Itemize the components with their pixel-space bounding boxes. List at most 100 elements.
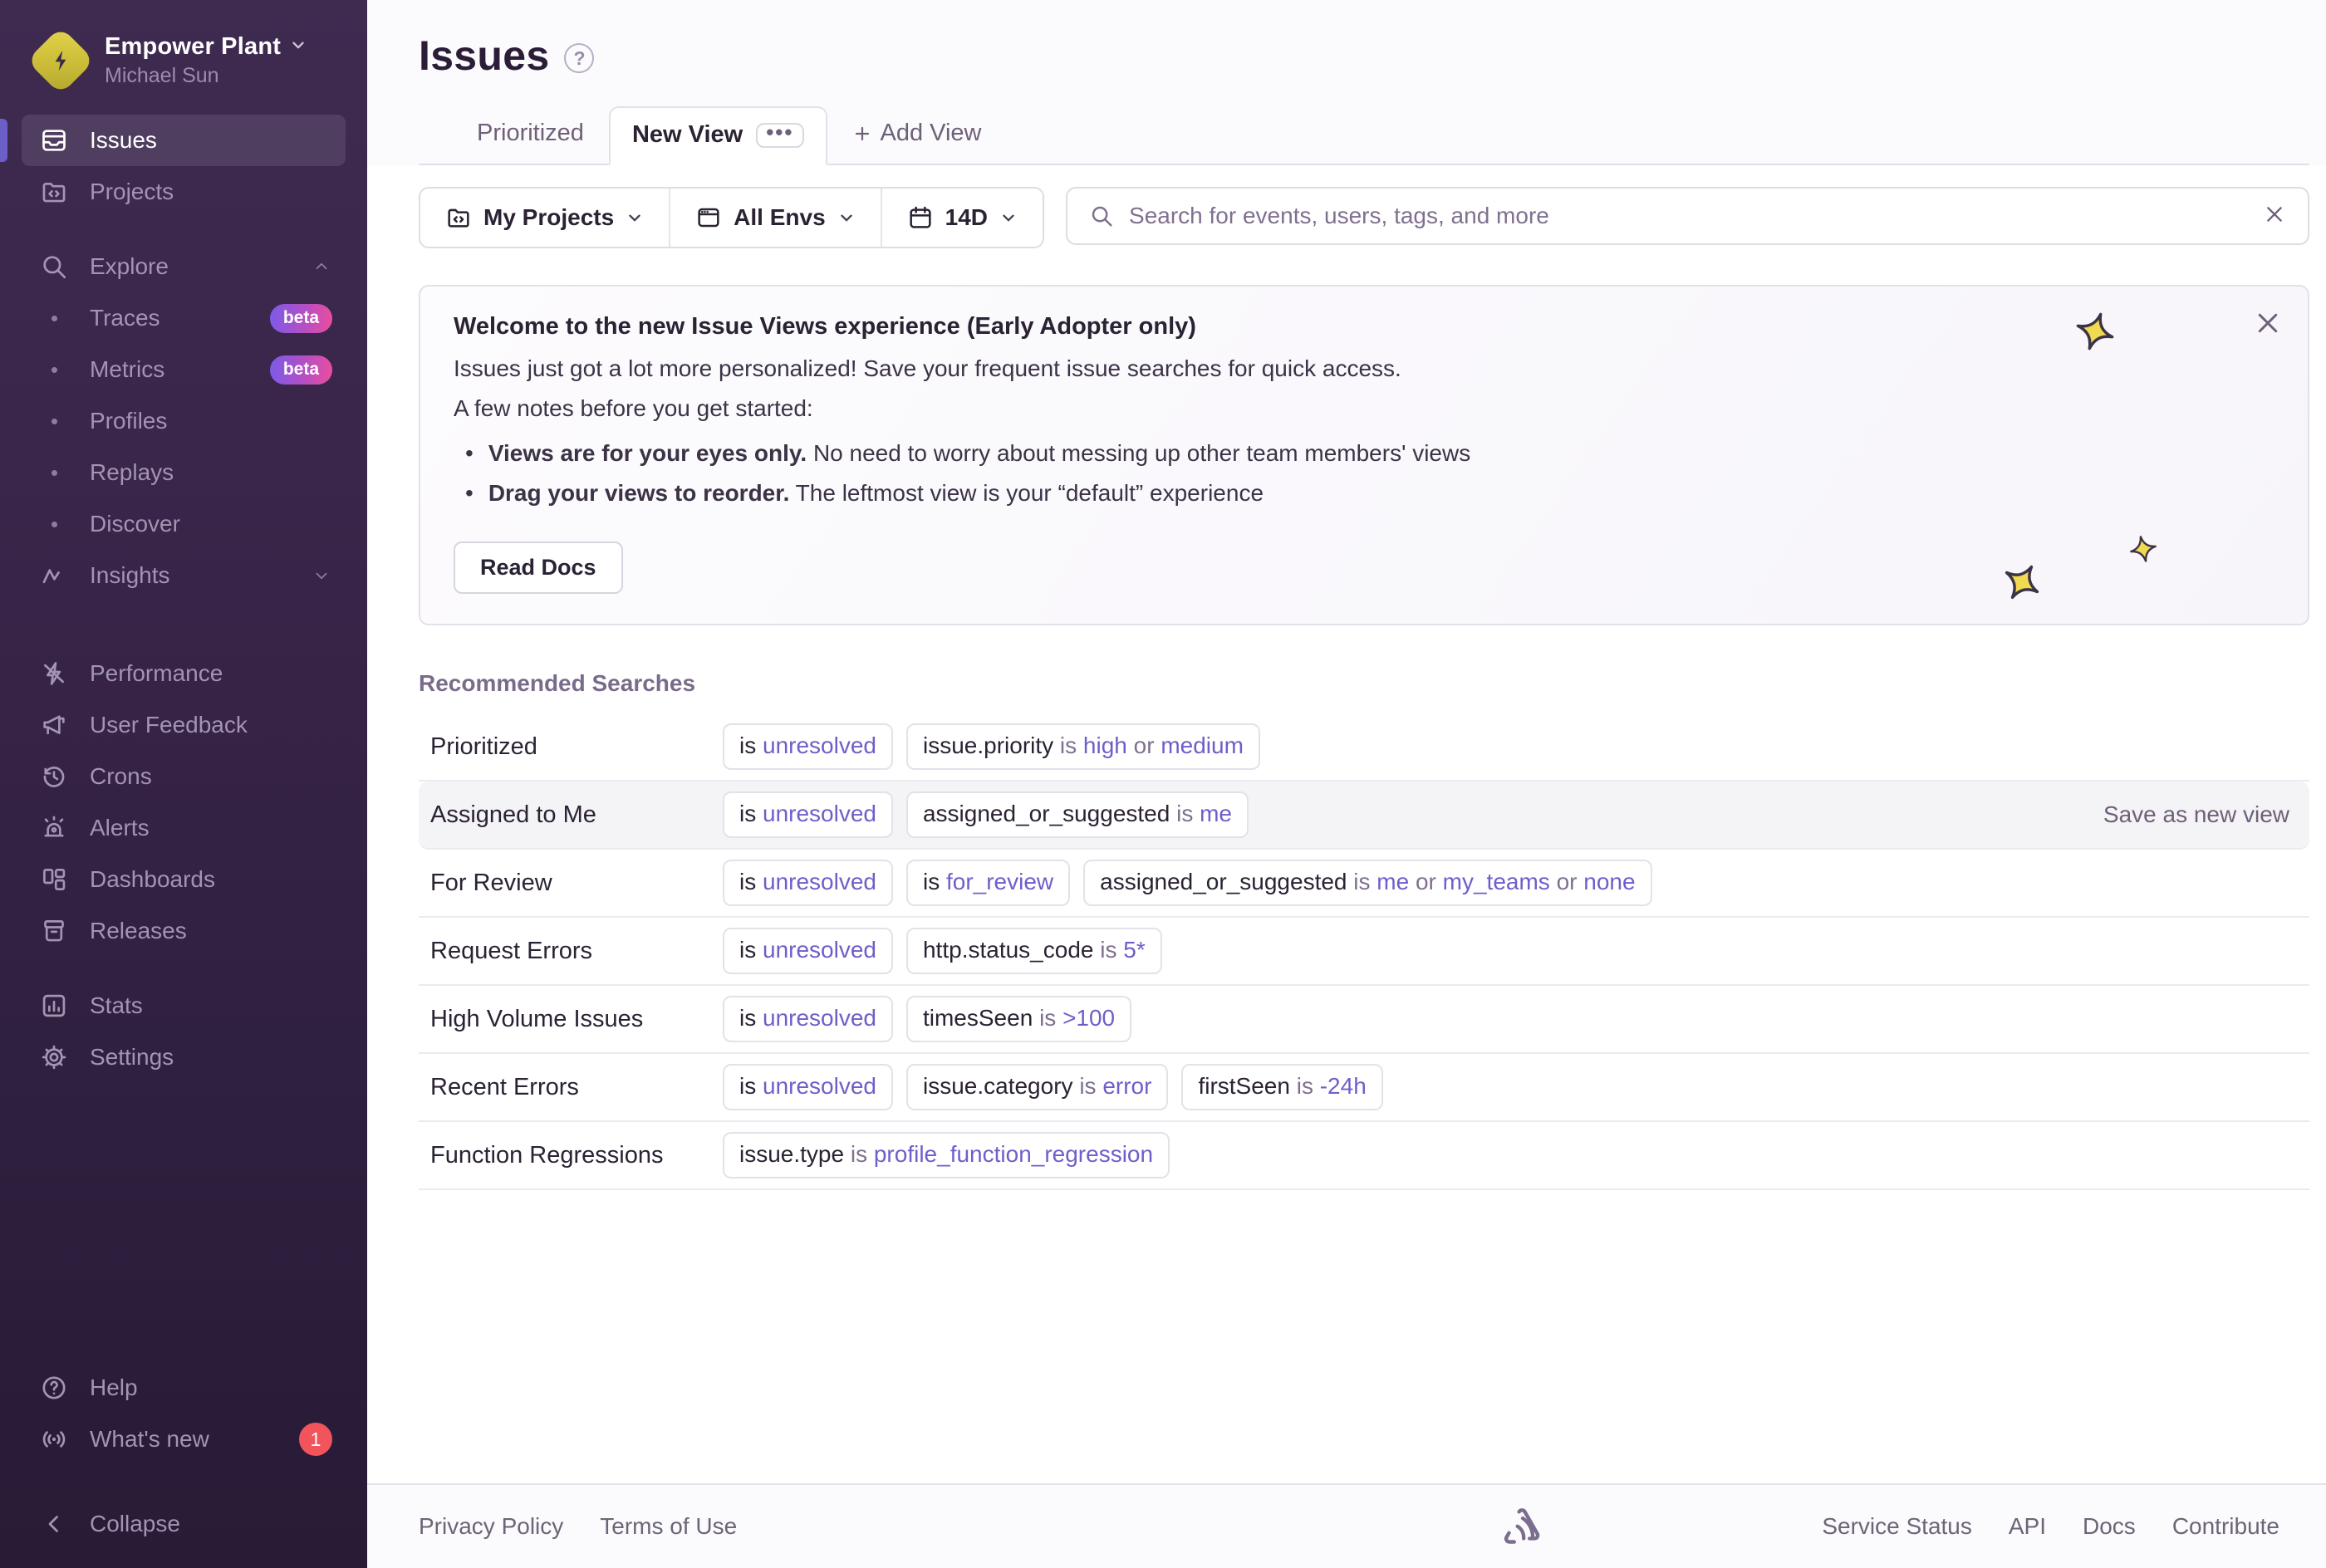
sidebar-item-explore[interactable]: Explore [22, 241, 346, 292]
footer-link-contribute[interactable]: Contribute [2172, 1513, 2279, 1540]
projects-filter-button[interactable]: My Projects [420, 189, 669, 247]
search-row-label: Prioritized [430, 733, 537, 760]
recommended-search-row[interactable]: Function Regressions issue.type is profil… [419, 1122, 2309, 1190]
envs-filter-label: All Envs [734, 204, 826, 230]
sidebar-item-help[interactable]: Help [22, 1362, 346, 1414]
recommended-search-row[interactable]: For Review is unresolved is for_review assi… [419, 850, 2309, 918]
envs-filter-button[interactable]: All Envs [669, 189, 880, 247]
query-token-pill: http.status_code is 5* [905, 928, 1162, 974]
tab-prioritized[interactable]: Prioritized [452, 105, 609, 164]
collapse-sidebar-button[interactable]: Collapse [22, 1498, 346, 1550]
recommended-search-row[interactable]: Recent Errors is unresolved issue.category… [419, 1054, 2309, 1122]
chevron-down-icon [1003, 214, 1014, 222]
view-tabs: Prioritized New View ••• Add View [419, 105, 2309, 165]
sidebar-item-dashboards[interactable]: Dashboards [22, 854, 346, 905]
org-logo [26, 26, 96, 96]
sidebar-item-label: Stats [90, 992, 143, 1018]
sidebar-item-label: Projects [90, 179, 174, 204]
sidebar-item-replays[interactable]: Replays [22, 447, 346, 498]
tab-new-view-label: New View [631, 121, 743, 148]
org-text: Empower Plant Michael Sun [105, 33, 307, 88]
beta-badge: beta [269, 355, 332, 385]
query-token-pill: is for_review [905, 860, 1071, 906]
search-row-label: Request Errors [430, 937, 593, 964]
add-view-button[interactable]: Add View [827, 105, 1007, 164]
bullet-dot [40, 521, 68, 527]
sidebar-item-crons[interactable]: Crons [22, 751, 346, 802]
sidebar-item-performance[interactable]: Performance [22, 648, 346, 699]
read-docs-button[interactable]: Read Docs [454, 541, 623, 594]
footer-link-terms-of-use[interactable]: Terms of Use [600, 1513, 737, 1540]
footer-link-privacy-policy[interactable]: Privacy Policy [419, 1513, 563, 1540]
sidebar-item-discover[interactable]: Discover [22, 498, 346, 550]
sidebar-item-settings[interactable]: Settings [22, 1031, 346, 1083]
query-token-pill: issue.priority is high or medium [905, 723, 1260, 770]
recommended-search-row[interactable]: High Volume Issues is unresolved timesSeen… [419, 986, 2309, 1054]
search-clear-icon[interactable] [2263, 203, 2286, 230]
projects-filter-label: My Projects [483, 204, 615, 230]
sidebar-item-label: Alerts [90, 815, 150, 840]
tab-new-view[interactable]: New View ••• [608, 106, 827, 165]
recommended-search-row[interactable]: Request Errors is unresolved http.status_c… [419, 918, 2309, 986]
page-help-icon[interactable]: ? [564, 43, 595, 73]
sidebar-item-label: Collapse [90, 1511, 180, 1536]
sidebar-item-label: Help [90, 1374, 138, 1400]
footer-right-links: Service Status API Docs Contribute [1822, 1513, 2279, 1540]
sidebar-item-stats[interactable]: Stats [22, 980, 346, 1031]
settings-icon [40, 1043, 68, 1071]
footer-link-docs[interactable]: Docs [2083, 1513, 2136, 1540]
sidebar-bottom: Help What's new 1 Collapse [22, 1362, 346, 1550]
date-filter-button[interactable]: 14D [880, 189, 1043, 247]
feedback-icon [40, 711, 68, 739]
sparkle-icon [1992, 552, 2052, 612]
chevron-down-icon [629, 214, 640, 222]
sidebar-item-profiles[interactable]: Profiles [22, 395, 346, 447]
query-token-pill: is unresolved [723, 791, 893, 838]
sparkle-icon [2126, 532, 2162, 567]
tab-options-icon[interactable]: ••• [756, 121, 804, 148]
recommended-search-row[interactable]: Assigned to Me is unresolved assigned_or_s… [419, 782, 2309, 850]
sidebar-item-insights[interactable]: Insights [22, 550, 346, 601]
search-icon [40, 252, 68, 281]
save-as-new-view-button[interactable]: Save as new view [2103, 801, 2289, 828]
sidebar-item-label: Crons [90, 763, 152, 789]
search-row-query: is unresolved assigned_or_suggested is me [723, 791, 1249, 838]
search-row-query: is unresolved issue.priority is high or m… [723, 723, 1260, 770]
sidebar-item-label: Issues [90, 127, 157, 153]
plus-icon [855, 126, 869, 140]
bullet-dot [40, 366, 68, 373]
query-token-pill: is unresolved [723, 860, 893, 906]
sidebar-item-what-s-new[interactable]: What's new 1 [22, 1414, 346, 1465]
banner-title: Welcome to the new Issue Views experienc… [454, 313, 1196, 340]
recommended-search-row[interactable]: Prioritized is unresolved issue.priority i… [419, 713, 2309, 782]
search-row-query: issue.type is profile_function_regressio… [723, 1132, 1170, 1178]
search-icon [1092, 206, 1112, 227]
dashboards-icon [40, 865, 68, 894]
main-area: Issues ? Prioritized New View ••• Add Vi… [367, 0, 2326, 1568]
query-token-pill: is unresolved [723, 1064, 893, 1110]
query-token-pill: is unresolved [723, 996, 893, 1042]
footer-link-service-status[interactable]: Service Status [1822, 1513, 1972, 1540]
footer-link-api[interactable]: API [2009, 1513, 2046, 1540]
query-token-pill: assigned_or_suggested is me [905, 791, 1249, 838]
sidebar-item-releases[interactable]: Releases [22, 905, 346, 957]
query-token-pill: timesSeen is >100 [905, 996, 1132, 1042]
sidebar-item-issues[interactable]: Issues [22, 115, 346, 166]
sidebar-item-label: What's new [90, 1426, 209, 1452]
sidebar-item-label: User Feedback [90, 712, 248, 737]
banner-close-icon[interactable] [2253, 308, 2283, 338]
search-input[interactable] [1129, 203, 2248, 229]
query-token-pill: issue.type is profile_function_regressio… [723, 1132, 1170, 1178]
search-row-label: Function Regressions [430, 1141, 664, 1169]
sidebar-item-label: Settings [90, 1044, 174, 1070]
org-switcher[interactable]: Empower Plant Michael Sun [0, 0, 367, 110]
sidebar-item-alerts[interactable]: Alerts [22, 802, 346, 854]
sidebar-item-metrics[interactable]: Metrics beta [22, 344, 346, 395]
sidebar-item-label: Replays [90, 459, 174, 485]
search-row-label: Recent Errors [430, 1073, 579, 1100]
sidebar-item-projects[interactable]: Projects [22, 166, 346, 218]
add-view-label: Add View [880, 120, 982, 146]
sidebar-item-traces[interactable]: Traces beta [22, 292, 346, 344]
sidebar-item-label: Profiles [90, 408, 168, 434]
sidebar-item-user-feedback[interactable]: User Feedback [22, 699, 346, 751]
